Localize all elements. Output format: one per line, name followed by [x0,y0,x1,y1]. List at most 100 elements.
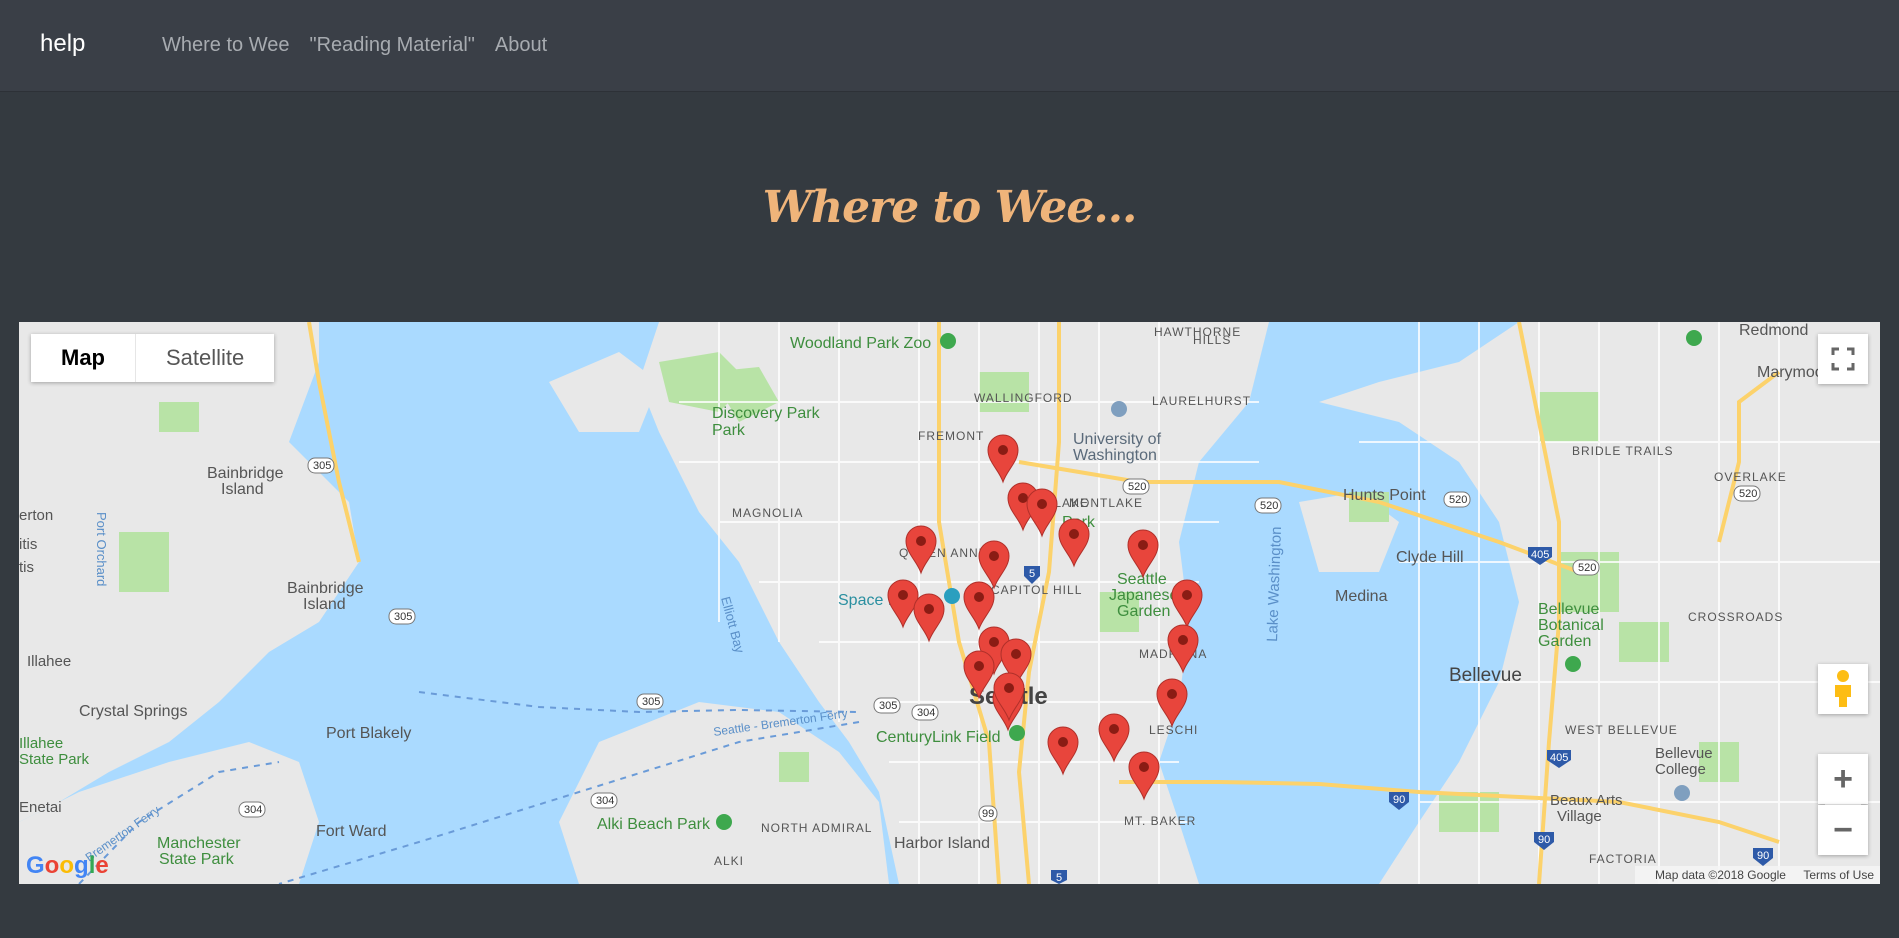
label-overlake: OVERLAKE [1714,470,1787,484]
svg-text:520: 520 [1128,481,1146,493]
label-harbor-island: Harbor Island [894,835,990,852]
svg-text:Garden: Garden [1117,603,1170,620]
fullscreen-icon [1831,347,1855,371]
label-lake-washington: Lake Washington [1264,526,1285,642]
svg-text:90: 90 [1538,834,1550,846]
label-fremont: FREMONT [918,429,984,443]
label-beaux-arts: Beaux Arts [1550,792,1623,809]
fullscreen-button[interactable] [1818,334,1868,384]
map-type-map-button[interactable]: Map [31,334,136,382]
label-redmond: Redmond [1739,322,1808,339]
label-bridle-trails: BRIDLE TRAILS [1572,444,1673,458]
map-attribution: Map data ©2018 Google Terms of Use [1635,866,1880,884]
label-discovery-park: Discovery Park [712,405,821,422]
svg-text:305: 305 [642,696,660,708]
svg-text:405: 405 [1531,549,1549,561]
label-alki-beach-park: Alki Beach Park [597,816,711,833]
label-fort-ward: Fort Ward [316,823,387,840]
label-bainbridge-1: Bainbridge [207,465,284,482]
label-north-admiral: NORTH ADMIRAL [761,821,872,835]
street-view-pegman-button[interactable] [1818,664,1868,714]
page-title: Where to Wee... [762,182,1138,233]
svg-text:State Park: State Park [159,851,235,868]
label-university-washington: University of [1073,431,1162,448]
svg-text:90: 90 [1393,794,1405,806]
map-canvas[interactable]: Woodland Park Zoo Discovery Park Park Un… [19,322,1880,884]
shield-520e: 520 [1733,485,1761,502]
label-illahee: Illahee [27,653,71,670]
svg-text:520: 520 [1739,488,1757,500]
label-marymoor: Marymoo [1757,364,1824,381]
zoom-in-button[interactable]: + [1818,754,1868,804]
svg-text:520: 520 [1260,500,1278,512]
shield-304c: 304 [238,801,266,818]
label-medina: Medina [1335,588,1388,605]
label-alki: ALKI [714,854,744,868]
svg-text:5: 5 [1056,872,1062,884]
svg-text:State Park: State Park [19,751,90,768]
zoom-out-button[interactable]: − [1818,805,1868,855]
label-leschi: LESCHI [1149,723,1198,737]
minus-icon: − [1833,811,1853,849]
nav-link-where-to-wee[interactable]: Where to Wee [162,34,289,57]
terms-of-use-link[interactable]: Terms of Use [1803,868,1874,882]
svg-text:Japanese: Japanese [1109,587,1178,604]
svg-text:305: 305 [879,700,897,712]
svg-text:99: 99 [982,808,994,820]
svg-text:Park: Park [712,422,746,439]
plus-icon: + [1833,760,1853,798]
shield-520b: 520 [1254,497,1282,514]
svg-text:405: 405 [1550,752,1568,764]
svg-text:305: 305 [394,611,412,623]
svg-text:304: 304 [596,795,614,807]
shield-305b: 305 [388,608,416,625]
label-elliott-bay: Elliott Bay [718,595,748,655]
shield-520c: 520 [1443,491,1471,508]
shield-99: 99 [978,805,998,822]
brand-logo[interactable]: help [40,30,85,58]
nav-link-about[interactable]: About [495,34,547,57]
svg-text:Island: Island [303,596,346,613]
label-crystal-springs: Crystal Springs [79,703,187,720]
label-clyde-hill: Clyde Hill [1396,549,1464,566]
svg-text:HILLS: HILLS [1193,333,1231,347]
label-montlake: MONTLAKE [1069,496,1143,510]
shield-520d: 520 [1572,559,1600,576]
label-woodland-park-zoo: Woodland Park Zoo [790,335,931,352]
label-tis: tis [19,559,34,576]
svg-text:Island: Island [221,481,264,498]
nav-link-reading-material[interactable]: "Reading Material" [309,34,474,57]
svg-text:Botanical: Botanical [1538,617,1604,634]
map-container[interactable]: Woodland Park Zoo Discovery Park Park Un… [19,322,1880,884]
label-west-bellevue: WEST BELLEVUE [1565,723,1678,737]
svg-text:90: 90 [1757,850,1769,862]
label-wallingford: WALLINGFORD [974,391,1073,405]
label-port-blakely: Port Blakely [326,725,411,742]
label-botanical-garden: Bellevue [1538,601,1599,618]
google-logo[interactable]: Google [26,852,109,880]
label-illahee-sp: Illahee [19,735,63,752]
svg-text:520: 520 [1578,562,1596,574]
label-erton: erton [19,507,53,524]
label-capitol-hill: CAPITOL HILL [991,583,1082,597]
shield-305: 305 [307,457,335,474]
map-type-control: Map Satellite [31,334,275,382]
svg-text:520: 520 [1449,494,1467,506]
label-laurelhurst: LAURELHURST [1152,394,1251,408]
label-magnolia: MAGNOLIA [732,506,803,520]
label-enetai: Enetai [19,799,62,816]
label-hunts-point: Hunts Point [1343,487,1426,504]
pegman-icon [1835,670,1851,707]
svg-text:Washington: Washington [1073,447,1157,464]
label-centurylink-field: CenturyLink Field [876,729,1001,746]
map-type-satellite-button[interactable]: Satellite [136,334,274,382]
svg-text:Village: Village [1557,808,1602,825]
svg-text:itis: itis [19,536,37,553]
label-bainbridge-2: Bainbridge [287,580,364,597]
label-bellevue: Bellevue [1449,665,1522,686]
svg-text:304: 304 [917,707,935,719]
label-bellevue-college: Bellevue [1655,745,1713,762]
svg-text:305: 305 [313,460,331,472]
label-crossroads: CROSSROADS [1688,610,1783,624]
label-manchester: Manchester [157,835,241,852]
